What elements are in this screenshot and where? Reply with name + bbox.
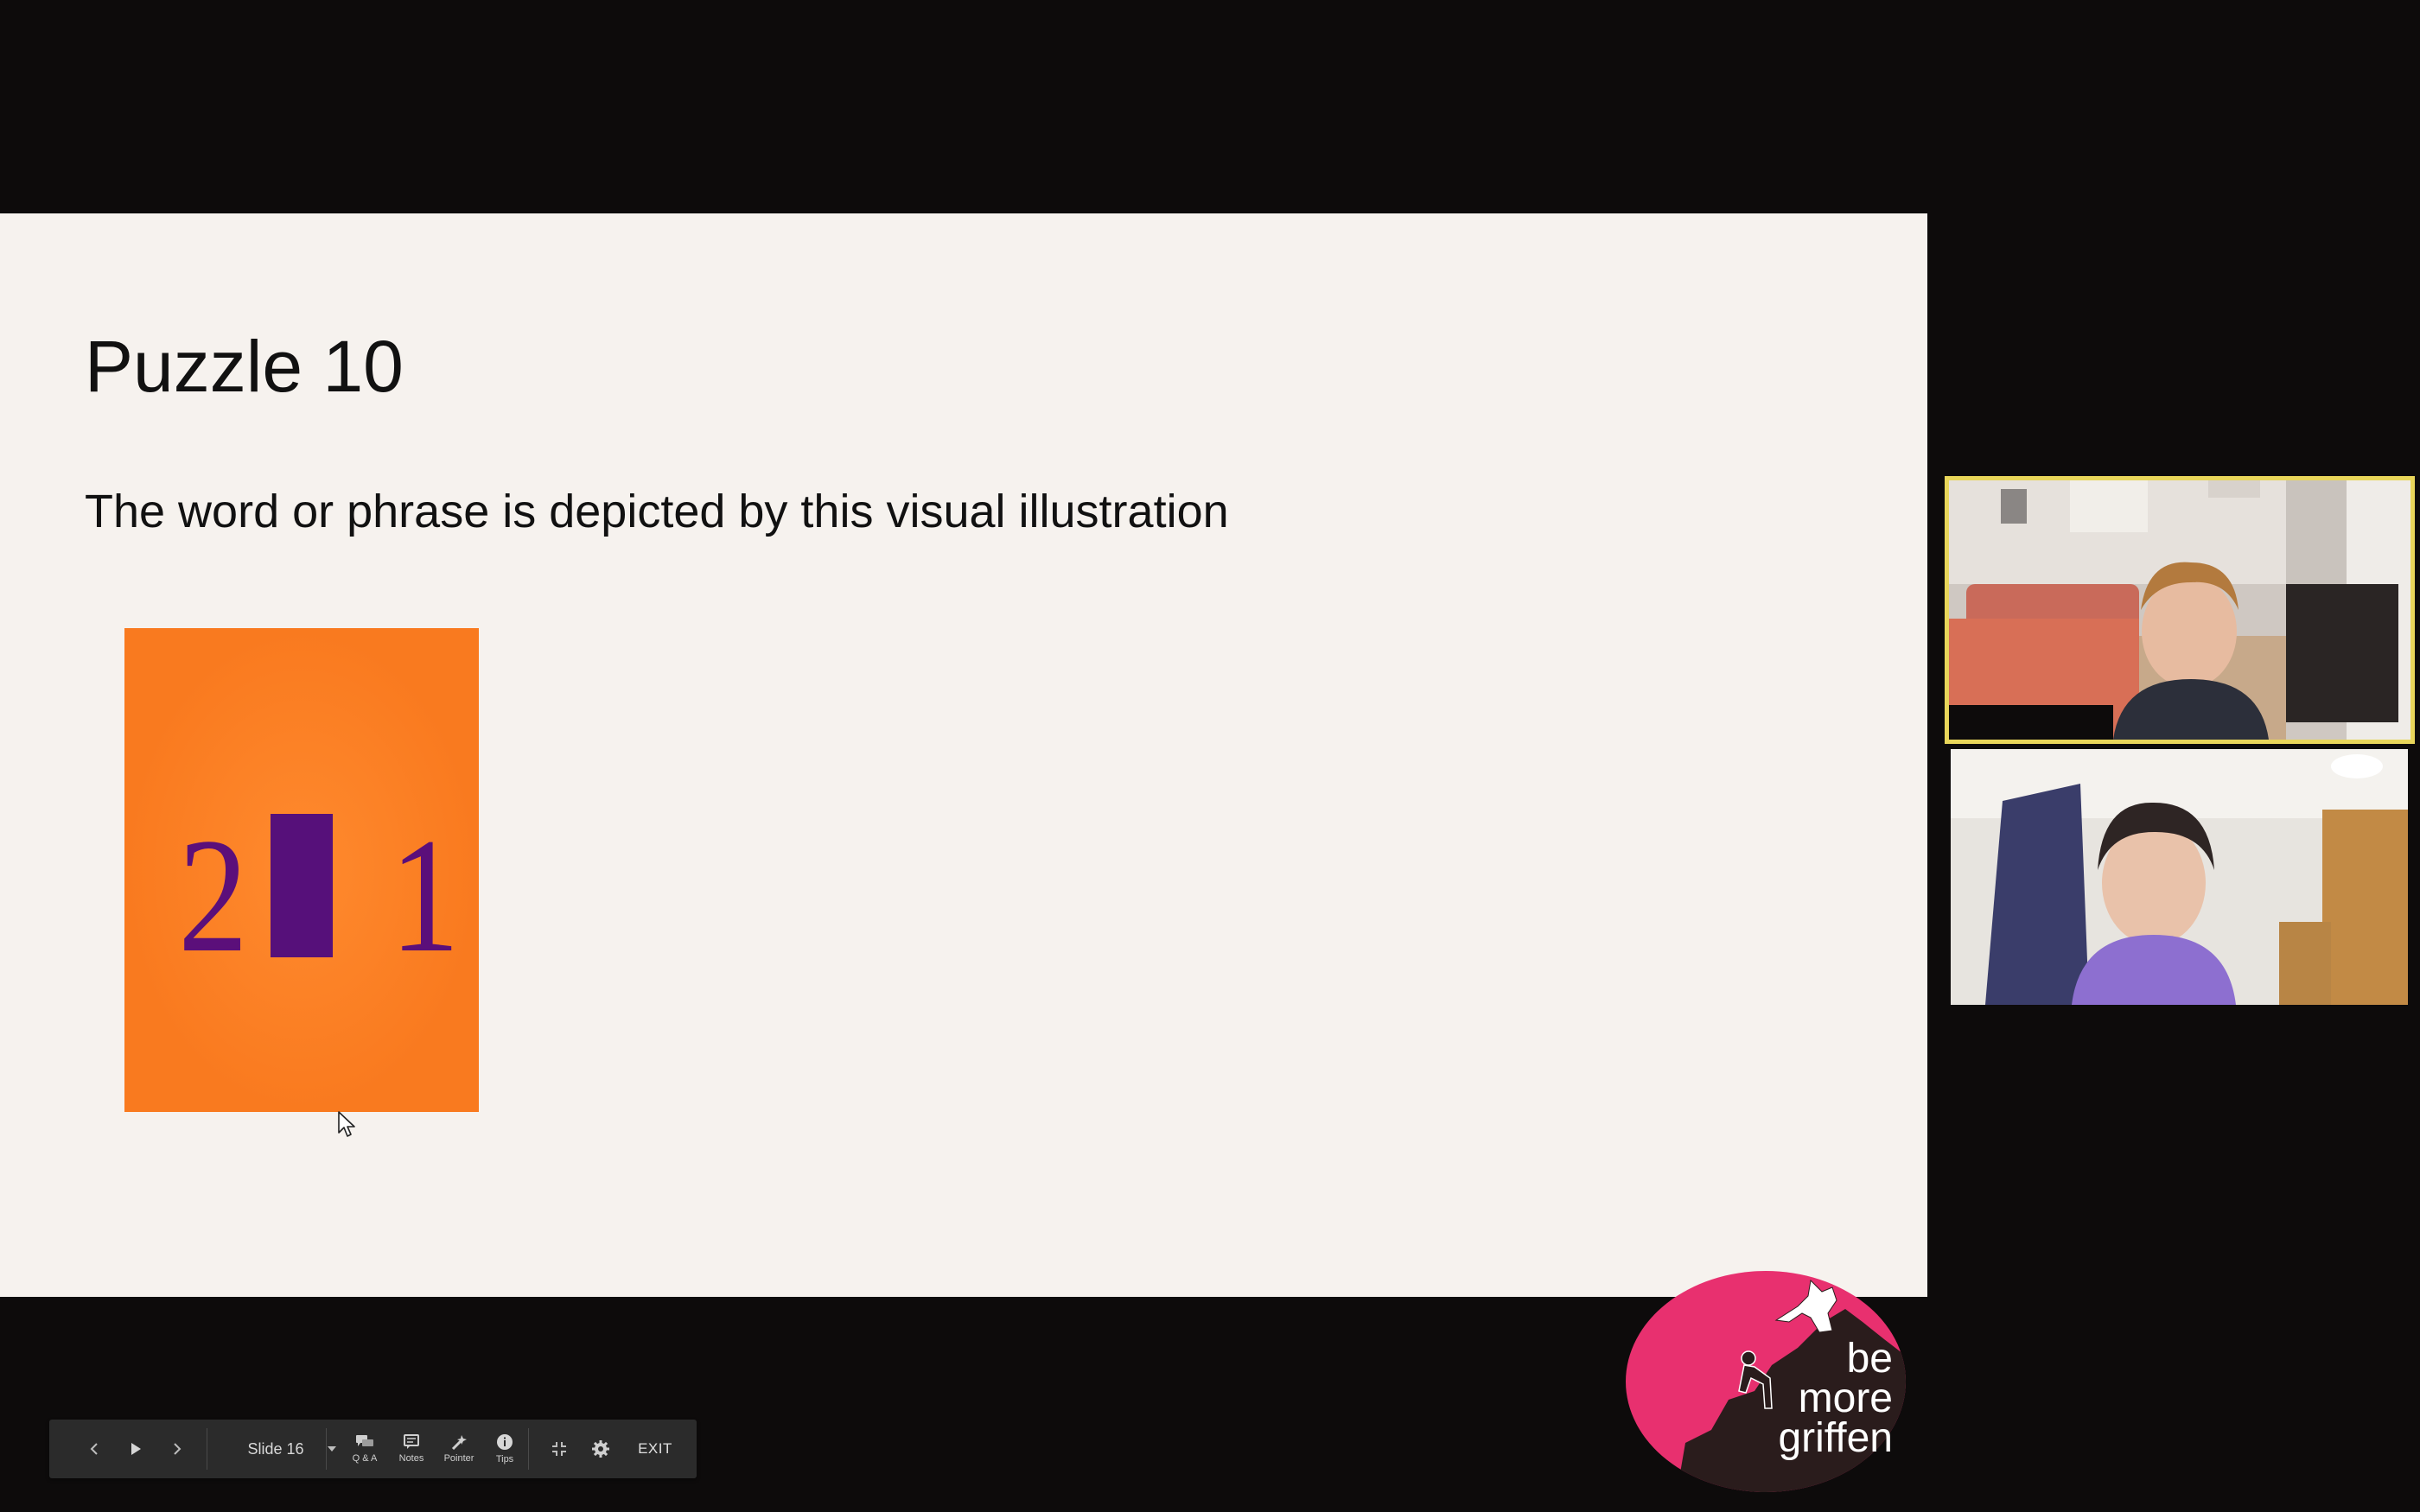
previous-slide-button[interactable] — [77, 1420, 111, 1478]
puzzle-right-digit: 1 — [390, 805, 460, 987]
exit-button[interactable]: EXIT — [627, 1420, 684, 1478]
participant-video-active[interactable] — [1945, 476, 2415, 744]
participant-video-frame — [1949, 480, 2410, 740]
logo-text: be more griffen — [1729, 1336, 1893, 1461]
play-icon — [131, 1443, 141, 1455]
slide-select-label: Slide 16 — [247, 1439, 304, 1458]
chevron-right-icon — [174, 1443, 182, 1455]
mouse-cursor-icon — [338, 1111, 355, 1137]
next-slide-button[interactable] — [160, 1420, 194, 1478]
exit-fullscreen-button[interactable] — [542, 1420, 576, 1478]
pointer-label: Pointer — [443, 1453, 474, 1464]
settings-button[interactable] — [583, 1420, 618, 1478]
notes-label: Notes — [398, 1453, 424, 1464]
puzzle-image: 2 1 — [124, 628, 479, 1112]
gear-icon — [592, 1440, 609, 1458]
notes-icon — [404, 1434, 419, 1449]
presentation-slide: Puzzle 10 The word or phrase is depicted… — [0, 213, 1927, 1492]
slide-title: Puzzle 10 — [85, 326, 404, 407]
speech-bubbles-icon — [356, 1435, 373, 1446]
chevron-left-icon — [90, 1443, 98, 1455]
tips-button[interactable]: Tips — [483, 1420, 526, 1478]
presentation-toolbar: Slide 16 Q & A Notes Pointer Tips EXIT — [49, 1420, 697, 1478]
toolbar-divider — [326, 1428, 327, 1470]
qa-button[interactable]: Q & A — [341, 1420, 388, 1478]
notes-button[interactable]: Notes — [388, 1420, 435, 1478]
participant-video-frame — [1951, 749, 2408, 1005]
logo-text-line: be — [1846, 1336, 1893, 1382]
puzzle-rectangle — [271, 814, 333, 957]
tips-label: Tips — [495, 1454, 514, 1464]
exit-fullscreen-icon — [552, 1442, 566, 1456]
info-icon — [497, 1434, 513, 1450]
caret-down-icon — [327, 1446, 336, 1452]
laser-pointer-icon — [451, 1435, 467, 1450]
logo-text-line: more — [1798, 1375, 1893, 1421]
puzzle-left-digit: 2 — [178, 805, 248, 987]
qa-label: Q & A — [352, 1453, 378, 1464]
play-button[interactable] — [118, 1420, 153, 1478]
participant-video[interactable] — [1951, 749, 2408, 1005]
logo-text-line: griffen — [1778, 1415, 1893, 1461]
toolbar-divider — [528, 1428, 529, 1470]
slide-subtitle: The word or phrase is depicted by this v… — [85, 486, 1229, 537]
pointer-button[interactable]: Pointer — [435, 1420, 483, 1478]
